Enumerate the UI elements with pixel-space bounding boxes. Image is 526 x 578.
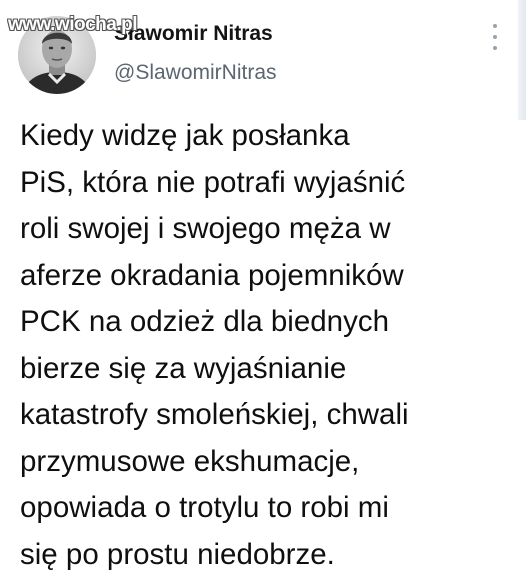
tweet-card: www.wiocha.pl xyxy=(0,0,526,572)
tweet-line: bierze się za wyjaśnianie xyxy=(20,346,516,393)
tweet-line: opowiada o trotylu to robi mi xyxy=(20,485,516,532)
display-name[interactable]: Sławomir Nitras xyxy=(114,22,273,46)
watermark: www.wiocha.pl xyxy=(8,14,137,36)
dot xyxy=(493,35,497,39)
scroll-edge xyxy=(518,0,526,120)
tweet-text: Kiedy widzę jak posłanka PiS, która nie … xyxy=(20,113,516,578)
more-vertical-icon[interactable] xyxy=(486,24,504,50)
tweet-line: się po prostu niedobrze. xyxy=(20,532,516,578)
tweet-line: katastrofy smoleńskiej, chwali xyxy=(20,392,516,439)
tweet-line: aferze okradania pojemników xyxy=(20,253,516,300)
tweet-line: Kiedy widzę jak posłanka xyxy=(20,113,516,160)
tweet-line: przymusowe ekshumacje, xyxy=(20,439,516,486)
user-handle[interactable]: @SlawomirNitras xyxy=(114,61,277,85)
tweet-line: PCK na odzież dla biednych xyxy=(20,299,516,346)
tweet-line: roli swojej i swojego męża w xyxy=(20,206,516,253)
dot xyxy=(493,24,497,28)
dot xyxy=(493,46,497,50)
tweet-line: PiS, która nie potrafi wyjaśnić xyxy=(20,160,516,207)
